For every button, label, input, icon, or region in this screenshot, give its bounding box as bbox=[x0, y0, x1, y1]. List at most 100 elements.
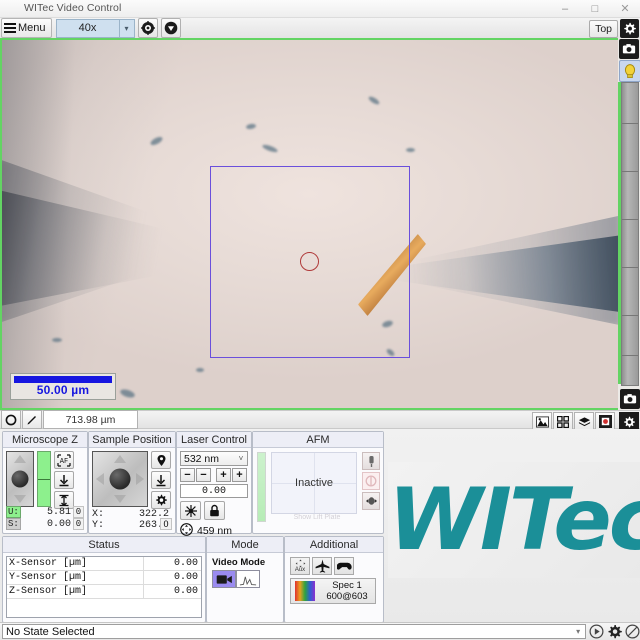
lamp-icon[interactable] bbox=[619, 60, 640, 82]
zero-position-button[interactable]: 0 bbox=[160, 518, 172, 530]
status-row-name: Y-Sensor [µm] bbox=[7, 571, 144, 584]
spectrum-color-icon bbox=[295, 581, 315, 601]
status-row-value: 0.00 bbox=[173, 586, 198, 597]
laser-minus-coarse-button[interactable]: − bbox=[180, 468, 195, 482]
z-joypad[interactable] bbox=[6, 451, 34, 507]
z-user-value: 5.81 bbox=[46, 506, 71, 518]
circle-icon[interactable] bbox=[1, 410, 21, 429]
witec-video-control-window: WITec Video Control – □ ✕ Menu 40x ▾ Top bbox=[0, 0, 640, 640]
witec-logo: WITec bbox=[388, 462, 640, 578]
mode-title: Mode bbox=[207, 537, 283, 553]
afm-state-display: Inactive bbox=[271, 452, 357, 514]
chevron-down-icon: ˅ bbox=[238, 454, 244, 463]
hamburger-icon bbox=[4, 23, 16, 33]
laser-plus-fine-button[interactable]: + bbox=[216, 468, 231, 482]
z-sample-unit[interactable]: 0 bbox=[73, 518, 84, 530]
additional-title: Additional bbox=[285, 537, 383, 553]
play-icon[interactable] bbox=[588, 624, 604, 640]
spectrum-mode-button[interactable] bbox=[236, 570, 260, 588]
menu-button[interactable]: Menu bbox=[1, 18, 52, 38]
chevron-down-icon[interactable]: ▾ bbox=[119, 18, 135, 38]
status-row-name: Z-Sensor [µm] bbox=[7, 585, 144, 598]
lock-icon[interactable] bbox=[204, 501, 225, 520]
bottom-status-bar: No State Selected ▾ bbox=[0, 622, 640, 640]
camera-icon[interactable] bbox=[619, 39, 639, 59]
spec-detail: 600@603 bbox=[326, 591, 368, 602]
status-panel: Status X-Sensor [µm] 0.00 Y-Sensor [µm] … bbox=[2, 536, 206, 623]
main-toolbar: Menu 40x ▾ Top bbox=[0, 18, 640, 39]
frame-border-left bbox=[0, 38, 2, 410]
airplane-icon[interactable] bbox=[312, 557, 332, 575]
video-status-bar: 713.98 µm bbox=[0, 410, 640, 431]
status-row-name: X-Sensor [µm] bbox=[7, 557, 144, 570]
z-sample-tag: S: bbox=[6, 518, 21, 530]
window-controls: – □ ✕ bbox=[550, 0, 640, 17]
table-row: Y-Sensor [µm] 0.00 bbox=[7, 571, 201, 585]
target-icon[interactable] bbox=[137, 18, 158, 38]
state-select[interactable]: No State Selected ▾ bbox=[2, 624, 587, 639]
distance-readout: 713.98 µm bbox=[43, 410, 138, 429]
gear-icon[interactable] bbox=[606, 624, 622, 640]
table-row: U: 5.81 0 bbox=[6, 506, 84, 518]
illumination-slider[interactable] bbox=[621, 82, 639, 386]
state-select-value: No State Selected bbox=[6, 625, 95, 638]
chevron-down-icon: ▾ bbox=[576, 627, 581, 636]
maximize-button[interactable]: □ bbox=[580, 0, 610, 17]
objective-select[interactable]: 40x bbox=[55, 18, 120, 38]
z-user-tag: U: bbox=[6, 506, 21, 518]
menu-button-label: Menu bbox=[18, 22, 46, 34]
aux-label: Aux bbox=[294, 567, 306, 573]
laser-power-field[interactable]: 0.00 bbox=[180, 484, 248, 498]
video-mode-button[interactable] bbox=[212, 570, 236, 588]
sample-position-panel: Sample Position X: 322.2 Y: 263.1 0 bbox=[88, 431, 176, 534]
minimize-button[interactable]: – bbox=[550, 0, 580, 17]
status-title: Status bbox=[3, 537, 205, 553]
window-title: WITec Video Control bbox=[24, 2, 122, 14]
gear-icon[interactable] bbox=[151, 491, 171, 509]
pencil-icon[interactable] bbox=[22, 410, 42, 429]
title-bar: WITec Video Control – □ ✕ bbox=[0, 0, 640, 18]
top-view-button[interactable]: Top bbox=[589, 20, 618, 38]
afm-signal-bar bbox=[257, 452, 266, 522]
microscope-z-panel: Microscope Z AF U: 5.81 0 S: 0.00 0 bbox=[2, 431, 88, 534]
afm-state-label: Inactive bbox=[295, 477, 333, 489]
move-icon[interactable] bbox=[362, 492, 380, 510]
move-down-icon[interactable] bbox=[54, 471, 74, 489]
laser-wavelength-value: 532 nm bbox=[184, 452, 220, 465]
camera-settings-icon[interactable] bbox=[620, 389, 640, 409]
spectrometer-config-button[interactable]: Spec 1 600@603 bbox=[290, 578, 376, 604]
laser-control-panel: Laser Control 532 nm ˅ − − + + 0.00 459 … bbox=[176, 431, 252, 537]
retract-icon[interactable] bbox=[362, 472, 380, 490]
frame-border-top bbox=[0, 38, 618, 40]
status-table: X-Sensor [µm] 0.00 Y-Sensor [µm] 0.00 Z-… bbox=[6, 556, 202, 618]
scale-bar-label: 50.00 µm bbox=[36, 383, 90, 397]
aux-crosshair-icon[interactable]: Aux bbox=[290, 557, 310, 575]
video-right-toolbar bbox=[618, 38, 640, 410]
map-pin-icon[interactable] bbox=[151, 451, 171, 469]
gamepad-icon[interactable] bbox=[334, 557, 354, 575]
close-button[interactable]: ✕ bbox=[610, 0, 640, 17]
approach-icon[interactable] bbox=[362, 452, 380, 470]
autofocus-button[interactable]: AF bbox=[54, 451, 74, 469]
afm-faint-label: Show Lift Plate bbox=[293, 514, 341, 521]
microscope-live-image[interactable]: 50.00 µm bbox=[0, 38, 618, 410]
z-sample-value: 0.00 bbox=[46, 518, 71, 530]
svg-text:AF: AF bbox=[60, 458, 68, 466]
laser-align-icon[interactable] bbox=[180, 501, 201, 520]
laser-plus-coarse-button[interactable]: + bbox=[232, 468, 247, 482]
status-row-value: 0.00 bbox=[173, 572, 198, 583]
xy-joypad[interactable] bbox=[92, 451, 148, 507]
check-circle-icon[interactable] bbox=[160, 18, 181, 38]
laser-minus-fine-button[interactable]: − bbox=[196, 468, 211, 482]
table-row: Z-Sensor [µm] 0.00 bbox=[7, 585, 201, 599]
afm-title: AFM bbox=[253, 432, 383, 448]
laser-wavelength-select[interactable]: 532 nm ˅ bbox=[180, 451, 248, 466]
x-label: X: bbox=[92, 509, 105, 520]
laser-spot-marker[interactable] bbox=[300, 252, 319, 271]
gear-icon[interactable] bbox=[620, 19, 639, 38]
video-mode-label: Video Mode bbox=[212, 557, 266, 568]
spec-name: Spec 1 bbox=[332, 580, 362, 591]
move-down-icon[interactable] bbox=[151, 471, 171, 489]
z-user-unit[interactable]: 0 bbox=[73, 506, 84, 518]
no-entry-icon[interactable] bbox=[624, 624, 640, 640]
